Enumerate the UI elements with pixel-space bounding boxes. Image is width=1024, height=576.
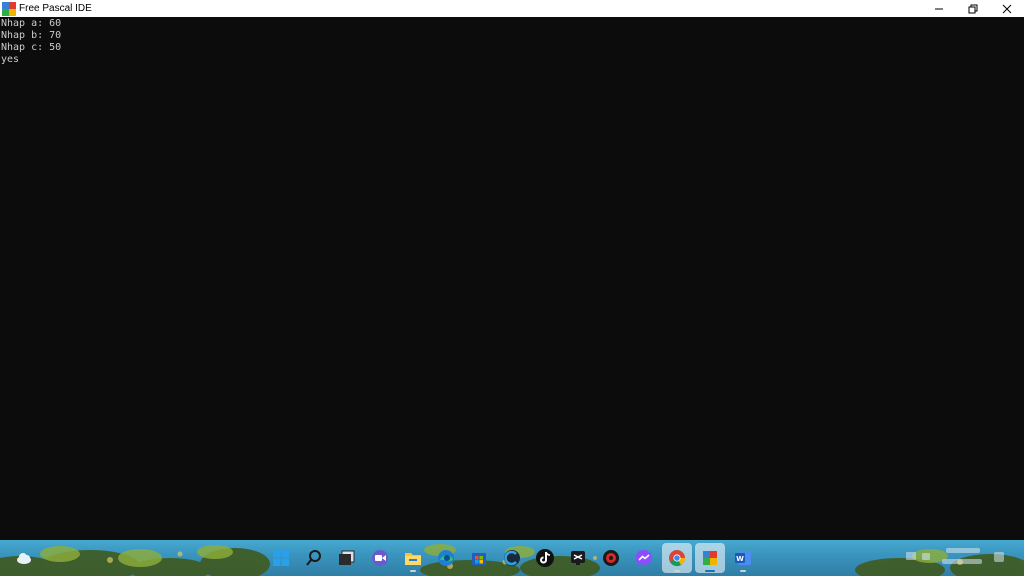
window-controls [922,0,1024,17]
window-title: Free Pascal IDE [19,3,92,14]
active-indicator [705,570,715,572]
store-icon [472,553,486,565]
free-pascal-icon [703,551,717,565]
running-indicator [410,570,416,572]
console-line: Nhap c: 50 [1,42,62,53]
edge-icon [438,550,454,566]
svg-text:W: W [736,555,744,563]
meet-icon [372,550,388,566]
free-pascal-button[interactable] [695,543,725,573]
chrome-icon [669,550,686,567]
task-view-icon [339,550,355,565]
capcut-icon [571,551,585,565]
messenger-icon [635,549,652,566]
weather-button[interactable] [10,543,40,573]
antivirus-button[interactable] [596,543,626,573]
console-line: yes [1,54,20,65]
close-button[interactable] [990,0,1024,17]
running-indicator [674,570,680,572]
console-output[interactable]: Nhap a: 60 Nhap b: 70 Nhap c: 50 yes [0,17,1024,540]
close-icon [1002,4,1012,13]
tiktok-icon [536,549,554,567]
ccleaner-button[interactable] [497,543,527,573]
start-icon [273,550,289,566]
capcut-button[interactable] [563,543,593,573]
word-icon: W [735,551,751,565]
chrome-button[interactable] [662,543,692,573]
file-explorer-icon [405,553,421,565]
start-button[interactable] [266,543,296,573]
minimize-icon [935,8,943,9]
restore-icon [968,4,978,13]
taskbar: W [0,540,1024,576]
system-tray[interactable] [884,540,1024,576]
tiktok-button[interactable] [530,543,560,573]
file-explorer-button[interactable] [398,543,428,573]
messenger-button[interactable] [629,543,659,573]
console-line: Nhap b: 70 [1,30,62,41]
edge-button[interactable] [431,543,461,573]
minimize-button[interactable] [922,0,956,17]
ccleaner-icon [504,550,520,566]
word-button[interactable]: W [728,543,758,573]
meet-button[interactable] [365,543,395,573]
search-icon [306,550,321,566]
title-bar[interactable]: Free Pascal IDE [0,0,1024,17]
store-button[interactable] [464,543,494,573]
running-indicator [740,570,746,572]
free-pascal-app-icon[interactable] [2,1,16,16]
weather-icon [17,553,31,564]
task-view-button[interactable] [332,543,362,573]
console-line: Nhap a: 60 [1,18,62,29]
restore-button[interactable] [956,0,990,17]
search-button[interactable] [299,543,329,573]
antivirus-icon [603,550,619,566]
